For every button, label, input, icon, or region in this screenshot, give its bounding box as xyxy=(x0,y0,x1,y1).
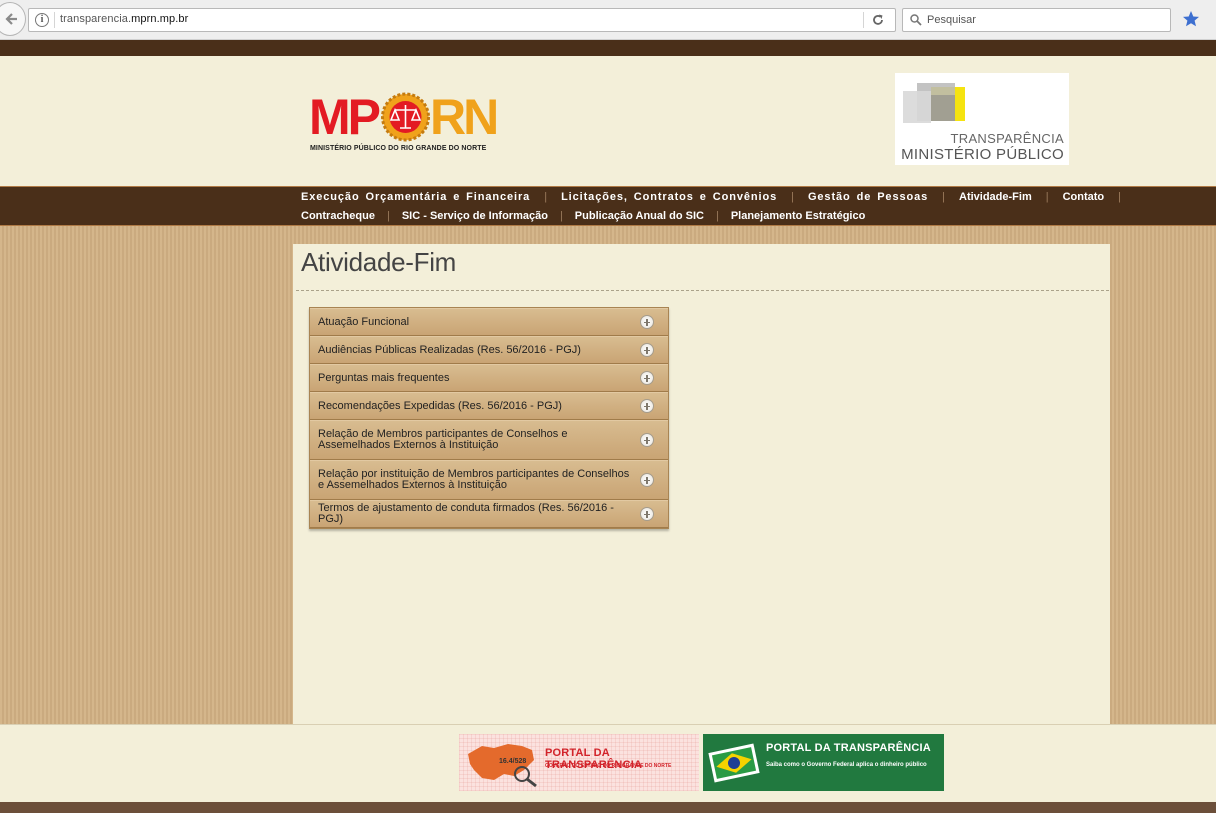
content-panel: Atividade-Fim Atuação Funcional Audiênci… xyxy=(293,244,1110,724)
banner-fed-title: PORTAL DA TRANSPARÊNCIA xyxy=(766,742,931,754)
url-text[interactable]: transparencia.mprn.mp.br xyxy=(60,13,188,25)
accordion-item-membros-por-instituicao[interactable]: Relação por instituição de Membros parti… xyxy=(310,460,668,500)
reload-icon[interactable] xyxy=(871,13,885,27)
banner-portal-rn[interactable]: 16.4/528 PORTAL DA TRANSPARÊNCIA GOVERNO… xyxy=(459,734,699,791)
nav-item-gestao[interactable]: Gestão de Pessoas xyxy=(808,191,928,203)
transparency-line1: TRANSPARÊNCIA xyxy=(950,131,1064,146)
content-background: Atividade-Fim Atuação Funcional Audiênci… xyxy=(0,226,1216,724)
nav-row-1: Execução Orçamentária e Financeira | Lic… xyxy=(301,191,1135,203)
address-bar[interactable]: i transparencia.mprn.mp.br xyxy=(28,8,896,32)
nav-item-publicacao-sic[interactable]: Publicação Anual do SIC xyxy=(575,210,704,222)
back-button[interactable] xyxy=(0,2,26,36)
plus-circle-icon[interactable] xyxy=(640,399,654,413)
bookmark-star-icon[interactable] xyxy=(1182,10,1200,28)
accordion-item-label: Atuação Funcional xyxy=(318,315,410,328)
mprn-logo[interactable]: MP RN MINISTÉRIO PÚBLICO DO RIO GRANDE D… xyxy=(309,91,499,159)
accordion-item-membros-conselhos[interactable]: Relação de Membros participantes de Cons… xyxy=(310,420,668,460)
accordion-item-atuacao-funcional[interactable]: Atuação Funcional xyxy=(310,308,668,336)
nav-row-2: Contracheque | SIC - Serviço de Informaç… xyxy=(301,210,865,222)
arrow-left-icon xyxy=(5,13,17,25)
banner-portal-federal[interactable]: PORTAL DA TRANSPARÊNCIA Saiba como o Gov… xyxy=(703,734,944,791)
banner-rn-number: 16.4/528 xyxy=(499,758,527,765)
search-input[interactable] xyxy=(927,12,1157,28)
nav-item-contato[interactable]: Contato xyxy=(1063,191,1105,203)
accordion-menu: Atuação Funcional Audiências Públicas Re… xyxy=(309,307,669,529)
url-divider xyxy=(54,12,55,28)
justice-seal-icon xyxy=(381,92,430,142)
accordion-item-perguntas[interactable]: Perguntas mais frequentes xyxy=(310,364,668,392)
brazil-flag-icon xyxy=(708,743,760,783)
banner-rn-subtitle: GOVERNO DO ESTADO DO RIO GRANDE DO NORTE xyxy=(545,763,672,769)
accordion-item-label: Relação por instituição de Membros parti… xyxy=(318,468,630,491)
logo-rn-text: RN xyxy=(430,89,499,145)
nav-item-sic[interactable]: SIC - Serviço de Informação xyxy=(402,210,548,222)
accordion-item-label: Audiências Públicas Realizadas (Res. 56/… xyxy=(318,343,581,356)
nav-separator: | xyxy=(544,191,548,203)
browser-search-box[interactable] xyxy=(902,8,1171,32)
nav-separator: | xyxy=(386,210,390,222)
plus-circle-icon[interactable] xyxy=(640,473,654,487)
plus-circle-icon[interactable] xyxy=(640,433,654,447)
logo-subtitle: MINISTÉRIO PÚBLICO DO RIO GRANDE DO NORT… xyxy=(310,145,487,152)
nav-separator: | xyxy=(715,210,719,222)
nav-separator: | xyxy=(791,191,794,203)
info-icon[interactable]: i xyxy=(35,13,49,27)
nav-separator: | xyxy=(559,210,563,222)
nav-item-execucao[interactable]: Execução Orçamentária e Financeira xyxy=(301,191,530,203)
accordion-item-termos-ajustamento[interactable]: Termos de ajustamento de conduta firmado… xyxy=(310,500,668,528)
accordion-item-label: Perguntas mais frequentes xyxy=(318,371,450,384)
nav-separator: | xyxy=(1118,191,1121,203)
plus-circle-icon[interactable] xyxy=(640,507,654,521)
accordion-item-recomendacoes[interactable]: Recomendações Expedidas (Res. 56/2016 - … xyxy=(310,392,668,420)
accordion-item-label: Relação de Membros participantes de Cons… xyxy=(318,428,568,451)
bottom-strip xyxy=(0,802,1216,813)
accordion-item-audiencias[interactable]: Audiências Públicas Realizadas (Res. 56/… xyxy=(310,336,668,364)
transparency-line2: MINISTÉRIO PÚBLICO xyxy=(901,146,1064,163)
site-header: MP RN MINISTÉRIO PÚBLICO DO RIO GRANDE D… xyxy=(0,56,1216,186)
transparencia-logo[interactable]: TRANSPARÊNCIA MINISTÉRIO PÚBLICO xyxy=(895,73,1069,165)
page-title: Atividade-Fim xyxy=(301,247,457,277)
search-icon xyxy=(910,14,922,26)
nav-item-atividade-fim[interactable]: Atividade-Fim xyxy=(959,191,1032,203)
accordion-item-label: Recomendações Expedidas (Res. 56/2016 - … xyxy=(318,399,562,412)
url-prefix: transparencia. xyxy=(60,13,132,25)
plus-circle-icon[interactable] xyxy=(640,371,654,385)
transparency-squares-icon xyxy=(903,83,965,123)
plus-circle-icon[interactable] xyxy=(640,315,654,329)
plus-circle-icon[interactable] xyxy=(640,343,654,357)
url-domain: mprn.mp.br xyxy=(131,13,189,25)
nav-item-planejamento[interactable]: Planejamento Estratégico xyxy=(731,210,866,222)
reload-divider xyxy=(863,12,864,28)
site-footer: 16.4/528 PORTAL DA TRANSPARÊNCIA GOVERNO… xyxy=(0,724,1216,802)
main-navigation: Execução Orçamentária e Financeira | Lic… xyxy=(0,186,1216,226)
nav-item-licitacoes[interactable]: Licitações, Contratos e Convênios xyxy=(561,191,777,203)
accordion-item-label: Termos de ajustamento de conduta firmado… xyxy=(318,502,614,525)
browser-toolbar: i transparencia.mprn.mp.br xyxy=(0,0,1216,40)
top-strip xyxy=(0,40,1216,56)
nav-item-contracheque[interactable]: Contracheque xyxy=(301,210,375,222)
logo-mp-text: MP xyxy=(309,89,381,145)
title-divider xyxy=(296,290,1109,291)
banner-fed-subtitle: Saiba como o Governo Federal aplica o di… xyxy=(766,762,927,768)
nav-separator: | xyxy=(942,191,945,203)
nav-separator: | xyxy=(1045,191,1049,203)
